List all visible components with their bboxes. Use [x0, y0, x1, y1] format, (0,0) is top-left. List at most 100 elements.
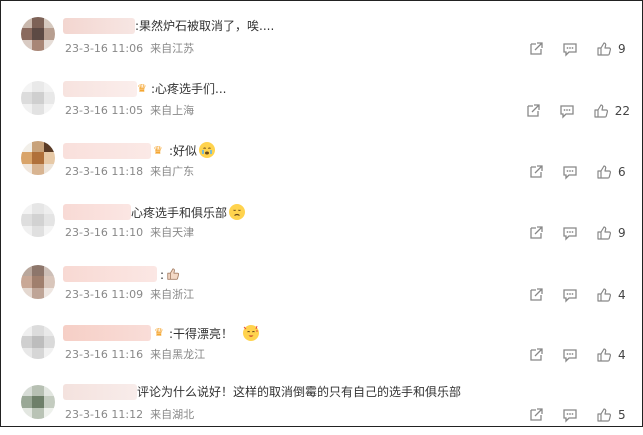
share-button[interactable]	[528, 164, 544, 180]
share-button[interactable]	[528, 225, 544, 241]
like-button[interactable]: 9	[596, 225, 630, 241]
comment-location: 来自江苏	[150, 42, 195, 55]
comment-item: ♛ :好似 23-3-16 11:18 来自广东 6	[1, 131, 643, 191]
share-icon	[530, 288, 543, 301]
comment-location: 来自湖北	[150, 408, 195, 421]
like-count: 5	[618, 408, 626, 422]
share-button[interactable]	[528, 287, 544, 303]
share-button[interactable]	[528, 41, 544, 57]
comment-text: :	[160, 266, 180, 283]
cry-face-icon	[199, 142, 216, 158]
like-button[interactable]: 4	[596, 287, 630, 303]
comment-text-content: :	[160, 268, 165, 282]
comment-item: :果然炉石被取消了，唉.... 23-3-16 11:06 来自江苏 9	[1, 9, 643, 69]
comment-actions: 22	[507, 103, 630, 119]
username[interactable]	[63, 81, 137, 97]
comment-meta: 23-3-16 11:05 来自上海	[65, 104, 194, 118]
reply-button[interactable]	[562, 225, 578, 241]
like-button[interactable]: 22	[593, 103, 630, 119]
avatar[interactable]	[21, 265, 55, 299]
avatar[interactable]	[21, 81, 55, 115]
comment-actions: 6	[510, 164, 630, 180]
avatar[interactable]	[21, 203, 55, 237]
like-count: 9	[618, 42, 626, 56]
avatar[interactable]	[21, 325, 55, 359]
comment-icon	[563, 227, 577, 241]
like-button[interactable]: 4	[596, 347, 630, 363]
sad-face-icon	[229, 204, 246, 220]
share-button[interactable]	[528, 347, 544, 363]
comment-location: 来自上海	[150, 104, 195, 117]
reply-button[interactable]	[562, 41, 578, 57]
comment-time: 23-3-16 11:09	[65, 288, 144, 301]
comment-icon	[563, 349, 577, 363]
share-button[interactable]	[528, 407, 544, 423]
comment-time: 23-3-16 11:06	[65, 42, 144, 55]
avatar[interactable]	[21, 385, 55, 419]
thumbs-up-emoji-icon	[166, 266, 180, 282]
avatar[interactable]	[21, 141, 55, 175]
reply-button[interactable]	[562, 164, 578, 180]
comment-text: 心疼选手和俱乐部	[131, 204, 246, 221]
comment-text: :心疼选手们...	[151, 82, 227, 96]
comment-actions: 5	[510, 407, 630, 423]
comment-text: :果然炉石被取消了，唉....	[135, 19, 275, 33]
comment-list: :果然炉石被取消了，唉.... 23-3-16 11:06 来自江苏 9 ♛:…	[0, 0, 643, 427]
comment-meta: 23-3-16 11:09 来自浙江	[65, 288, 194, 302]
comment-actions: 4	[510, 347, 630, 363]
like-count: 6	[618, 165, 626, 179]
comment-item: : 23-3-16 11:09 来自浙江 4	[1, 255, 643, 315]
comment-location: 来自广东	[150, 165, 195, 178]
comment-text-content: :好似	[169, 144, 198, 158]
crown-badge-icon: ♛	[154, 326, 164, 339]
share-icon	[530, 226, 543, 239]
thumbs-up-icon	[597, 226, 612, 240]
avatar[interactable]	[21, 17, 55, 51]
comment-location: 来自黑龙江	[150, 348, 206, 361]
username[interactable]	[63, 204, 131, 220]
username[interactable]	[63, 384, 137, 400]
share-icon	[530, 348, 543, 361]
comment-text-content: 心疼选手和俱乐部	[131, 206, 228, 220]
like-button[interactable]: 6	[596, 164, 630, 180]
comment-meta: 23-3-16 11:10 来自天津	[65, 226, 194, 240]
comment-meta: 23-3-16 11:06 来自江苏	[65, 42, 194, 56]
comment-location: 来自天津	[150, 226, 195, 239]
comment-icon	[560, 105, 574, 119]
comment-icon	[563, 289, 577, 303]
comment-icon	[563, 166, 577, 180]
crown-badge-icon: ♛	[153, 144, 163, 157]
comment-actions: 9	[510, 225, 630, 241]
comment-icon	[563, 43, 577, 57]
comment-text: 评论为什么说好！这样的取消倒霉的只有自己的选手和俱乐部	[137, 385, 462, 399]
comment-actions: 4	[510, 287, 630, 303]
reply-button[interactable]	[562, 287, 578, 303]
reply-button[interactable]	[562, 347, 578, 363]
share-icon	[530, 42, 543, 55]
thumbs-up-icon	[597, 42, 612, 56]
username[interactable]	[63, 325, 151, 341]
comment-meta: 23-3-16 11:16 来自黑龙江	[65, 348, 205, 362]
share-button[interactable]	[525, 103, 541, 119]
comment-meta: 23-3-16 11:12 来自湖北	[65, 408, 194, 422]
thumbs-up-icon	[597, 348, 612, 362]
comment-item: ♛ :干得漂亮！ 23-3-16 11:16 来自黑龙江 4	[1, 315, 643, 375]
crown-badge-icon: ♛	[137, 82, 147, 95]
username[interactable]	[63, 18, 135, 34]
like-count: 22	[614, 104, 630, 118]
share-icon	[530, 408, 543, 421]
like-count: 4	[618, 288, 626, 302]
comment-time: 23-3-16 11:18	[65, 165, 144, 178]
username[interactable]	[63, 266, 157, 282]
reply-button[interactable]	[559, 103, 575, 119]
like-button[interactable]: 5	[596, 407, 630, 423]
username[interactable]	[63, 143, 151, 159]
comment-location: 来自浙江	[150, 288, 195, 301]
reply-button[interactable]	[562, 407, 578, 423]
comment-item: 评论为什么说好！这样的取消倒霉的只有自己的选手和俱乐部 23-3-16 11:1…	[1, 375, 643, 435]
comment-time: 23-3-16 11:05	[65, 104, 144, 117]
comment-text: :干得漂亮！	[169, 325, 260, 342]
thumbs-up-icon	[597, 288, 612, 302]
like-button[interactable]: 9	[596, 41, 630, 57]
party-face-icon	[243, 325, 260, 341]
